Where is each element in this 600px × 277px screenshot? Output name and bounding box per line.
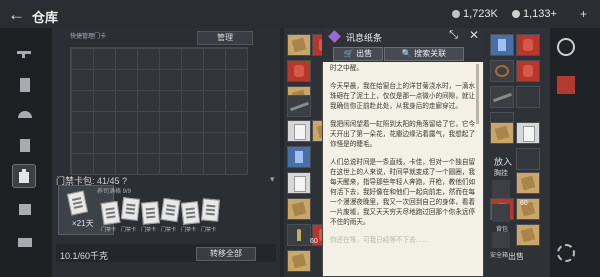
search-related-button[interactable]: 🔍 搜索关联 xyxy=(384,47,464,61)
inventory-item[interactable] xyxy=(516,86,540,108)
add-currency-icon[interactable]: + xyxy=(580,7,587,21)
access-card-1[interactable] xyxy=(100,200,121,226)
silver-coin-icon xyxy=(452,10,460,18)
card-label: 门禁卡 xyxy=(161,227,177,233)
armor-category-icon[interactable] xyxy=(14,74,36,96)
card-label: 门禁卡 xyxy=(201,227,217,233)
red-card-icon[interactable] xyxy=(557,76,575,94)
card-duration: ×21天 xyxy=(72,219,94,228)
page-title: 仓库 xyxy=(32,10,59,25)
inventory-item[interactable] xyxy=(490,122,514,144)
settings-gear-icon[interactable] xyxy=(557,244,575,262)
access-card-icon xyxy=(66,190,89,216)
inventory-item[interactable] xyxy=(516,172,540,194)
expand-chevron-icon[interactable]: ▾ xyxy=(270,174,275,185)
access-card-5[interactable] xyxy=(180,201,201,225)
inventory-item[interactable] xyxy=(287,250,311,272)
backpack-icon[interactable] xyxy=(492,204,510,222)
safe-box-label: 安全箱 xyxy=(490,253,509,259)
sell-cart-icon: 🛒 xyxy=(343,49,354,58)
chest-rig-label: 胸挂 xyxy=(494,170,508,177)
inventory-item[interactable] xyxy=(516,122,540,144)
helmet-category-icon[interactable] xyxy=(14,104,36,126)
inventory-item[interactable] xyxy=(287,146,311,168)
safe-box-icon[interactable] xyxy=(492,232,510,248)
back-arrow-icon[interactable]: ← xyxy=(8,5,25,25)
inventory-item[interactable] xyxy=(516,34,540,56)
currency-coupon: 1,133+ xyxy=(512,8,557,20)
card-caption: 养司满格 9/9 xyxy=(97,189,132,195)
inventory-item[interactable] xyxy=(490,86,514,108)
access-card-2[interactable] xyxy=(120,197,141,221)
popup-sell-button[interactable]: 🛒 出售 xyxy=(333,47,383,61)
access-card-6[interactable] xyxy=(201,198,220,222)
top-bar xyxy=(0,0,600,28)
card-label: 门禁卡 xyxy=(121,227,137,233)
note-paragraph: 时之中醒。 xyxy=(330,65,363,72)
manage-button[interactable]: 管理 xyxy=(197,31,253,45)
inventory-item[interactable] xyxy=(287,95,311,117)
inventory-item[interactable] xyxy=(516,60,540,82)
gun-category-icon[interactable] xyxy=(14,42,36,64)
vest-category-icon[interactable] xyxy=(14,134,36,156)
card-label: 门禁卡 xyxy=(181,227,197,233)
case-category-icon[interactable] xyxy=(14,230,36,252)
chest-rig-icon[interactable] xyxy=(492,180,510,198)
card-label: 门禁卡 xyxy=(141,227,157,233)
popup-scrollbar[interactable] xyxy=(476,64,479,124)
right-sidebar xyxy=(550,28,600,277)
coupon-coin-icon xyxy=(512,10,520,18)
close-icon[interactable]: ⤡ xyxy=(445,28,462,43)
sell-button[interactable]: 出售 xyxy=(508,251,524,262)
inventory-item[interactable] xyxy=(287,198,311,220)
inventory-item[interactable] xyxy=(287,60,311,82)
medkit-category-icon[interactable] xyxy=(14,198,36,220)
close-popup-icon[interactable]: ✕ xyxy=(466,28,482,43)
popup-text: 时之中醒。 今天早晨，我在给窗台上的洋甘菊浇水时，一滴水珠砸在了泥土上，仅仅是那… xyxy=(330,64,478,275)
category-sidebar xyxy=(0,28,52,277)
filter-icon[interactable] xyxy=(557,38,575,56)
inventory-item[interactable] xyxy=(287,172,311,194)
access-card-4[interactable] xyxy=(160,197,181,223)
inventory-item[interactable] xyxy=(287,34,311,56)
put-in-label[interactable]: 放入 xyxy=(494,155,512,168)
backpack-category-icon[interactable] xyxy=(12,164,36,188)
inventory-item[interactable] xyxy=(490,34,514,56)
inventory-item[interactable] xyxy=(287,120,311,142)
popup-title: 讯息纸条 xyxy=(346,33,383,43)
note-paragraph: 今天早晨，我在给窗台上的洋甘菊浇水时，一滴水珠砸在了泥土上，仅仅是那一点微小的间… xyxy=(330,83,476,110)
card-management-label: 快捷管理门卡 xyxy=(70,34,107,40)
card-label: 门禁卡 xyxy=(101,227,117,233)
inventory-item[interactable] xyxy=(516,148,540,170)
transfer-all-button[interactable]: 转移全部 xyxy=(196,247,256,261)
stack-count: 60 xyxy=(310,238,318,245)
weight-count: 10.1/60千克 xyxy=(60,251,109,261)
currency-silver: 1,723K xyxy=(452,8,498,20)
storage-grid[interactable] xyxy=(70,47,248,175)
note-paragraph: 人们总说时间是一条直线，卡佳，但对一个独自留在这世上的人来说，时间早就变成了一个… xyxy=(330,159,476,226)
inventory-item[interactable] xyxy=(287,224,311,246)
inventory-item[interactable] xyxy=(490,60,514,82)
stack-count: 60 xyxy=(520,200,528,207)
access-card-3[interactable] xyxy=(141,201,160,225)
note-faded-line: 你还在等，可我已经等不下去…… xyxy=(330,237,429,244)
note-paragraph: 我把闲闲望着一缸照到太阳的角落留给了它，它今天开出了第一朵花，花瓣边缘沾着露气，… xyxy=(330,121,476,148)
inventory-item[interactable] xyxy=(516,224,540,246)
search-icon: 🔍 xyxy=(401,49,412,58)
